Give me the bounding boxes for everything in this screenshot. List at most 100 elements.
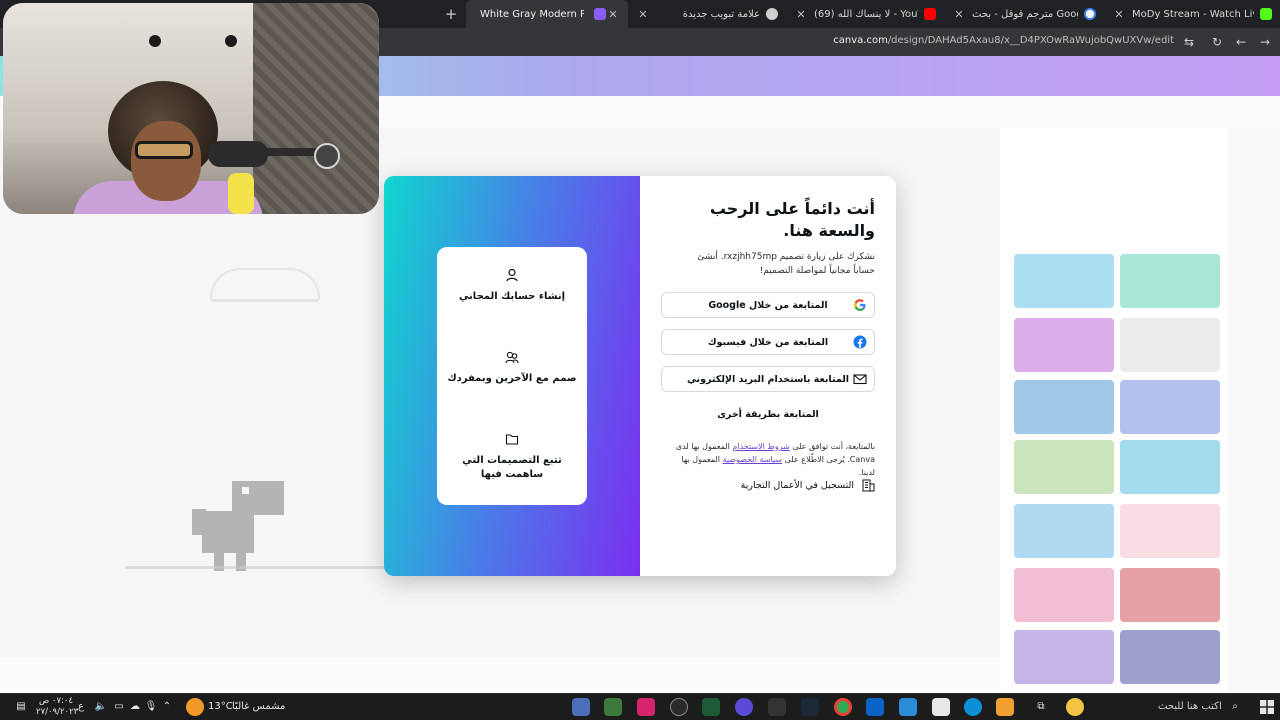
button-label: المتابعة من خلال Google bbox=[708, 299, 828, 311]
weather-temperature[interactable]: 13°C bbox=[208, 701, 233, 712]
tab-title: White Gray Modern Pixel Dino bbox=[480, 8, 584, 20]
input-language[interactable]: ع bbox=[74, 701, 88, 712]
microphone-icon[interactable]: 🎙 bbox=[144, 701, 158, 712]
continue-email-button[interactable]: المتابعة باستخدام البريد الإلكتروني bbox=[661, 366, 875, 392]
windows-start-icon[interactable] bbox=[1260, 700, 1274, 714]
microphone bbox=[208, 141, 268, 167]
legal-text: بالمتابعة، أنت توافق على شروط الاستخدام … bbox=[665, 440, 875, 479]
onedrive-icon[interactable]: ☁ bbox=[128, 701, 142, 712]
weather-icon[interactable] bbox=[186, 698, 204, 716]
volume-icon[interactable]: 🔈 bbox=[94, 701, 108, 712]
feature-collaborate: صمم مع الآخرين وبمفردك bbox=[437, 350, 587, 386]
google-favicon-icon bbox=[1084, 8, 1096, 20]
back-icon[interactable]: ← bbox=[1233, 34, 1249, 50]
tab-new-tab[interactable]: ✕ علامة تبويب جديدة bbox=[628, 0, 786, 28]
tab-youtube[interactable]: ✕ (69) لا ينساك الله - YouTube bbox=[786, 0, 944, 28]
taskbar-clock[interactable]: ٠٧:٠٤ ص ٢٧/٠٩/٢٠٢٣ bbox=[36, 696, 79, 718]
tab-title: MoDy Stream - Watch Live on K bbox=[1132, 8, 1254, 20]
edge-icon[interactable] bbox=[964, 698, 982, 716]
feature-label: صمم مع الآخرين وبمفردك bbox=[447, 373, 577, 384]
envelope-icon bbox=[853, 374, 867, 385]
notifications-icon[interactable]: ▤ bbox=[14, 701, 28, 712]
continue-other-way-link[interactable]: المتابعة بطريقة أخرى bbox=[661, 409, 875, 420]
taskbar-app-icon[interactable] bbox=[604, 698, 622, 716]
tab-close-icon[interactable]: ✕ bbox=[794, 8, 808, 21]
webcam-overlay bbox=[3, 3, 379, 214]
feature-create-account: إنشاء حسابك المجاني bbox=[437, 268, 587, 304]
taskbar-app-icon[interactable] bbox=[768, 698, 786, 716]
feature-track-designs: تتبع التصميمات التي ساهمت فيها bbox=[437, 432, 587, 482]
terms-of-use-link[interactable]: شروط الاستخدام bbox=[732, 442, 789, 451]
legal-text-part: بالمتابعة، أنت توافق على bbox=[792, 442, 875, 451]
tab-google-translate[interactable]: ✕ مترجم قوقل - بحث Google bbox=[944, 0, 1104, 28]
clock-date: ٢٧/٠٩/٢٠٢٣ bbox=[36, 707, 79, 717]
tab-close-icon[interactable]: ✕ bbox=[606, 8, 620, 21]
tab-title: مترجم قوقل - بحث Google bbox=[972, 8, 1078, 20]
taskbar-app-icon[interactable] bbox=[702, 698, 720, 716]
features-card: إنشاء حسابك المجاني صمم مع الآخرين وبمفر… bbox=[437, 247, 587, 505]
streamer-glasses bbox=[135, 141, 193, 159]
kick-favicon-icon bbox=[1260, 8, 1272, 20]
signup-modal: إنشاء حسابك المجاني صمم مع الآخرين وبمفر… bbox=[384, 176, 896, 576]
outlook-icon[interactable] bbox=[866, 698, 884, 716]
mic-logo-icon bbox=[314, 143, 340, 169]
yellow-bottle bbox=[228, 173, 254, 214]
reload-icon[interactable]: ↻ bbox=[1209, 34, 1225, 50]
tab-title: علامة تبويب جديدة bbox=[682, 8, 760, 20]
tab-canva-design[interactable]: ✕ White Gray Modern Pixel Dino bbox=[466, 0, 628, 28]
button-label: المتابعة من خلال فيسبوك bbox=[707, 336, 829, 348]
users-icon bbox=[505, 351, 519, 364]
url-host: canva.com bbox=[833, 35, 888, 46]
tab-title: (69) لا ينساك الله - YouTube bbox=[814, 8, 918, 20]
taskbar-app-icon[interactable] bbox=[637, 698, 655, 716]
weather-condition[interactable]: مشمس غالبًا bbox=[232, 701, 285, 712]
clock-time: ٠٧:٠٤ ص bbox=[38, 696, 74, 706]
privacy-policy-link[interactable]: سياسة الخصوصية bbox=[723, 455, 782, 464]
button-label: المتابعة باستخدام البريد الإلكتروني bbox=[686, 373, 850, 385]
store-icon[interactable] bbox=[899, 698, 917, 716]
youtube-favicon-icon bbox=[924, 8, 936, 20]
steam-icon[interactable] bbox=[801, 698, 819, 716]
site-settings-icon[interactable]: ⇆ bbox=[1181, 34, 1197, 50]
chrome-favicon-icon bbox=[766, 8, 778, 20]
google-icon bbox=[854, 299, 866, 311]
modal-form-panel: أنت دائماً على الرحب والسعة هنا. نشكرك ع… bbox=[640, 176, 896, 576]
continue-google-button[interactable]: المتابعة من خلال Google bbox=[661, 292, 875, 318]
business-label: التسجيل في الأعمال التجارية bbox=[740, 479, 854, 491]
facebook-icon bbox=[853, 335, 867, 349]
tab-close-icon[interactable]: ✕ bbox=[1112, 8, 1126, 21]
streamer-face bbox=[131, 121, 201, 201]
network-icon[interactable]: ▭ bbox=[112, 701, 126, 712]
copilot-sparkle-icon[interactable] bbox=[1066, 698, 1084, 716]
modal-description: نشكرك على زيارة تصميم rxzjhh75mp. أنشئ ح… bbox=[697, 252, 875, 276]
building-icon bbox=[862, 479, 875, 492]
search-icon[interactable]: ⌕ bbox=[1228, 701, 1242, 712]
show-hidden-icons-icon[interactable]: ⌃ bbox=[160, 701, 174, 712]
tab-close-icon[interactable]: ✕ bbox=[636, 8, 650, 21]
modal-gradient-panel: إنشاء حسابك المجاني صمم مع الآخرين وبمفر… bbox=[384, 176, 640, 576]
url-path: /design/DAHAd5Axau8/x__D4PXOwRaWujobQwUX… bbox=[887, 35, 1174, 46]
modal-title: أنت دائماً على الرحب والسعة هنا. bbox=[709, 199, 875, 240]
taskbar-app-icon[interactable] bbox=[996, 698, 1014, 716]
continue-facebook-button[interactable]: المتابعة من خلال فيسبوك bbox=[661, 329, 875, 355]
taskbar-app-icon[interactable] bbox=[572, 698, 590, 716]
windows-taskbar: ▤ ٠٧:٠٤ ص ٢٧/٠٩/٢٠٢٣ ع 🔈 ▭ ☁ 🎙 ⌃ 13°C مش… bbox=[0, 693, 1280, 720]
tab-mody-stream[interactable]: ✕ MoDy Stream - Watch Live on K bbox=[1104, 0, 1280, 28]
user-icon bbox=[506, 268, 518, 282]
taskbar-search-box[interactable]: اكتب هنا للبحث bbox=[1158, 701, 1222, 712]
new-tab-button[interactable]: + bbox=[442, 5, 460, 23]
acoustic-foam bbox=[253, 3, 379, 214]
chrome-icon[interactable] bbox=[834, 698, 852, 716]
feature-label: إنشاء حسابك المجاني bbox=[458, 291, 566, 302]
taskbar-app-icon[interactable] bbox=[735, 698, 753, 716]
business-signup-link[interactable]: التسجيل في الأعمال التجارية bbox=[741, 478, 875, 492]
canva-favicon-icon bbox=[594, 8, 606, 20]
explorer-icon[interactable] bbox=[932, 698, 950, 716]
tab-close-icon[interactable]: ✕ bbox=[952, 8, 966, 21]
taskbar-app-icon[interactable] bbox=[670, 698, 688, 716]
task-view-icon[interactable]: ⧉ bbox=[1034, 701, 1048, 712]
forward-icon[interactable]: → bbox=[1257, 34, 1273, 50]
feature-label: تتبع التصميمات التي ساهمت فيها bbox=[462, 455, 562, 480]
folder-icon bbox=[505, 434, 519, 445]
url-field[interactable]: canva.com/design/DAHAd5Axau8/x__D4PXOwRa… bbox=[833, 35, 1174, 46]
